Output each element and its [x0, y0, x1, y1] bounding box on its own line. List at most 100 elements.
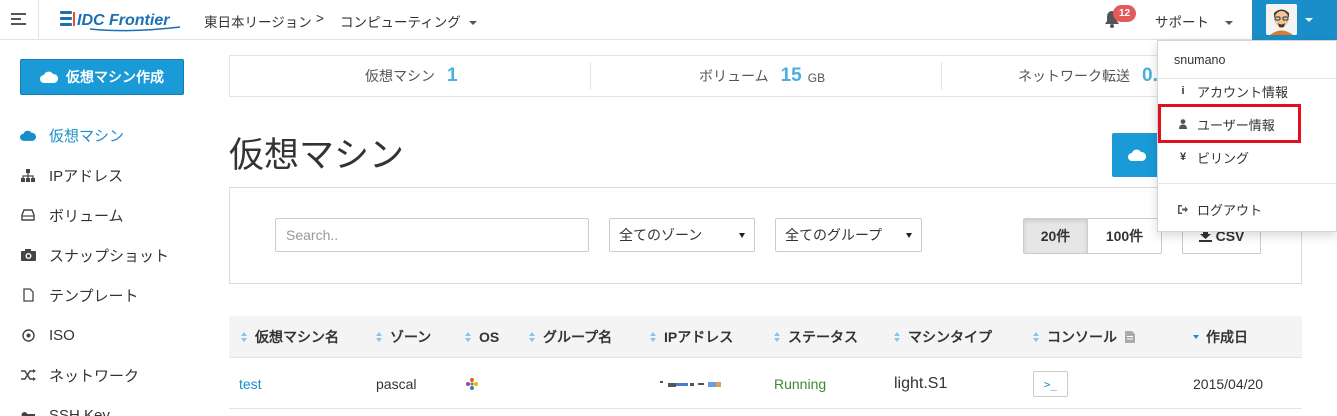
sort-desc-icon: [1193, 335, 1199, 339]
sort-icon: [376, 332, 383, 342]
menu-item-account-info[interactable]: i アカウント情報: [1178, 81, 1288, 101]
page-size-20-button[interactable]: 20件: [1023, 218, 1088, 254]
column-header-zone[interactable]: ゾーン: [376, 316, 431, 358]
disc-icon: [20, 327, 36, 343]
redacted-ip: [660, 381, 721, 387]
column-header-ip[interactable]: IPアドレス: [650, 316, 733, 358]
zone-select-value: 全てのゾーン: [619, 227, 703, 243]
divider: [941, 62, 942, 90]
stat-value: 1: [447, 65, 458, 86]
console-button[interactable]: >_: [1033, 371, 1068, 397]
sort-icon: [894, 332, 901, 342]
menu-item-label: アカウント情報: [1197, 84, 1289, 100]
page-title: 仮想マシン: [229, 136, 405, 175]
column-header-created[interactable]: 作成日: [1193, 316, 1248, 358]
page-size-100-button[interactable]: 100件: [1087, 218, 1162, 254]
user-menu-button[interactable]: [1252, 0, 1337, 40]
column-header-label: 仮想マシン名: [255, 329, 339, 345]
notification-badge: 12: [1113, 5, 1136, 22]
sitemap-icon: [20, 167, 36, 183]
sidebar-item-network[interactable]: ネットワーク: [20, 364, 139, 386]
divider: [590, 62, 591, 90]
console-cell: >_: [1033, 359, 1068, 409]
stat-volume: ボリューム 15 GB: [699, 56, 825, 96]
stat-label: ボリューム: [699, 68, 769, 84]
sidebar-item-label: テンプレート: [49, 287, 139, 305]
sidebar-item-label: 仮想マシン: [49, 127, 125, 145]
stat-unit: GB: [807, 71, 826, 85]
column-header-label: グループ名: [543, 329, 613, 345]
yen-icon: ¥: [1179, 151, 1187, 163]
sidebar-item-volume[interactable]: ボリューム: [20, 204, 124, 226]
created-date-cell: 2015/04/20: [1193, 376, 1264, 392]
key-icon: [20, 407, 36, 416]
sidebar-item-ssh-key[interactable]: SSH Key: [20, 404, 110, 416]
column-header-os[interactable]: OS: [465, 316, 499, 358]
zone-select[interactable]: 全てのゾーン: [609, 218, 755, 252]
status-cell: Running: [774, 376, 827, 392]
cloud-icon: [40, 71, 58, 83]
random-icon: [20, 367, 36, 383]
sort-icon: [241, 332, 248, 342]
sign-out-icon: [1178, 204, 1188, 214]
menu-item-label: ログアウト: [1197, 202, 1263, 218]
search-input[interactable]: [275, 218, 589, 252]
cloud-icon: [1128, 149, 1146, 161]
sidebar-item-label: ISO: [49, 326, 75, 344]
avatar: [1266, 4, 1297, 35]
chevron-down-icon: [468, 21, 477, 26]
column-header-label: 作成日: [1206, 329, 1248, 345]
column-header-name[interactable]: 仮想マシン名: [241, 316, 339, 358]
vm-name-link[interactable]: test: [239, 359, 262, 409]
chevron-down-icon: [1305, 18, 1313, 22]
table-row: test pascal Running light.S1 >_ 2015/04/…: [229, 359, 1302, 409]
region-label[interactable]: 東日本リージョン: [204, 11, 312, 31]
column-header-machine-type[interactable]: マシンタイプ: [894, 316, 992, 358]
group-select[interactable]: 全てのグループ: [775, 218, 922, 252]
create-vm-button[interactable]: 仮想マシン作成: [20, 59, 184, 95]
divider: [1158, 183, 1336, 184]
sidebar-item-iso[interactable]: ISO: [20, 324, 75, 346]
idc-frontier-logo[interactable]: IDC Frontier: [60, 7, 184, 33]
sidebar-item-template[interactable]: テンプレート: [20, 284, 139, 306]
menu-item-billing[interactable]: ¥ ビリング: [1178, 147, 1249, 167]
sidebar-item-vm[interactable]: 仮想マシン: [20, 124, 124, 146]
file-icon: [20, 287, 36, 303]
caret-down-icon: [739, 233, 745, 238]
username-label: snumano: [1174, 53, 1226, 67]
menu-item-logout[interactable]: ログアウト: [1178, 199, 1262, 219]
os-logo-icon: [466, 378, 478, 390]
breadcrumb-separator: >: [316, 11, 324, 26]
stat-label: 仮想マシン: [365, 68, 435, 84]
create-vm-action-button[interactable]: [1112, 133, 1162, 177]
column-header-group[interactable]: グループ名: [529, 316, 612, 358]
sort-icon: [465, 332, 472, 342]
sidebar-item-label: SSH Key: [49, 406, 110, 416]
column-header-label: ゾーン: [390, 329, 432, 345]
column-header-label: OS: [479, 329, 500, 345]
group-select-value: 全てのグループ: [785, 227, 883, 243]
column-header-label: コンソール: [1047, 329, 1117, 345]
support-label: サポート: [1155, 15, 1209, 30]
divider: [38, 0, 39, 40]
column-header-status[interactable]: ステータス: [774, 316, 858, 358]
support-dropdown[interactable]: サポート: [1155, 11, 1233, 31]
hamburger-menu-icon[interactable]: [11, 13, 26, 26]
menu-item-label: ビリング: [1197, 150, 1250, 166]
service-dropdown[interactable]: コンピューティング: [340, 11, 477, 31]
sort-icon: [1033, 332, 1040, 342]
cloud-icon: [20, 127, 36, 143]
sidebar-item-snapshot[interactable]: スナップショット: [20, 244, 169, 266]
sort-icon: [650, 332, 657, 342]
document-icon[interactable]: [1125, 331, 1135, 343]
stat-value: 0.: [1142, 65, 1158, 86]
stat-vm: 仮想マシン 1: [365, 56, 458, 96]
column-header-label: IPアドレス: [664, 329, 734, 345]
stat-label: ネットワーク転送: [1018, 68, 1130, 84]
sort-icon: [529, 332, 536, 342]
logo-text: IDC Frontier: [77, 12, 170, 29]
caret-down-icon: [906, 233, 912, 238]
column-header-console[interactable]: コンソール: [1033, 316, 1135, 358]
sidebar-item-label: IPアドレス: [49, 167, 124, 185]
sidebar-item-ip[interactable]: IPアドレス: [20, 164, 123, 186]
